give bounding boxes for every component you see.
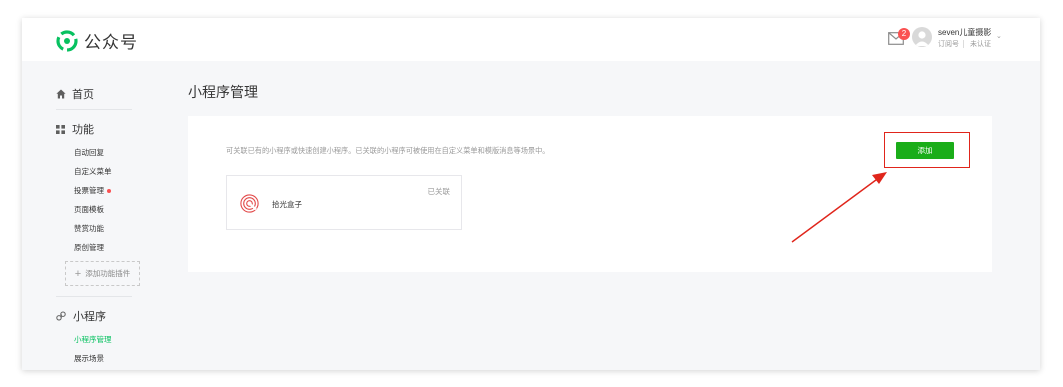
new-indicator-dot [107, 189, 111, 194]
miniprogram-card[interactable]: 已关联 拾光盒子 [226, 175, 462, 230]
miniprogram-panel: 可关联已有的小程序或快速创建小程序。已关联的小程序可被使用在自定义菜单和模版消息… [188, 116, 992, 272]
sidebar-item-home[interactable]: 首页 [56, 86, 94, 102]
sidebar-item-miniprogram-manage[interactable]: 小程序管理 [74, 334, 112, 345]
account-status: 未认证 [970, 41, 991, 48]
sidebar-group-miniprogram[interactable]: 小程序 [56, 308, 106, 324]
sidebar-item-label: 首页 [72, 89, 94, 101]
top-bar: 公众号 2 seven儿童摄影 订阅号 未认证 ⌄ [22, 18, 1040, 61]
highlight-box [884, 132, 970, 168]
panel-description: 可关联已有的小程序或快速创建小程序。已关联的小程序可被使用在自定义菜单和模版消息… [226, 146, 550, 155]
link-status: 已关联 [427, 187, 451, 196]
logo[interactable]: 公众号 [56, 28, 138, 53]
grid-icon [56, 124, 65, 134]
app-window: 公众号 2 seven儿童摄影 订阅号 未认证 ⌄ 首页 功能 自动回复 自定义… [22, 18, 1040, 370]
sidebar-item-original[interactable]: 原创管理 [74, 242, 104, 253]
miniprogram-icon [56, 311, 66, 321]
sidebar: 首页 功能 自动回复 自定义菜单 投票管理 页面模板 赞赏功能 原创管理 + 添… [22, 61, 162, 370]
home-icon [56, 89, 66, 99]
sidebar-item-label: 投票管理 [74, 186, 104, 195]
mail-badge: 2 [898, 28, 910, 40]
add-plugin-button[interactable]: + 添加功能插件 [65, 261, 140, 286]
sidebar-group-label: 小程序 [73, 311, 106, 323]
sidebar-item-page-template[interactable]: 页面模板 [74, 204, 104, 215]
sidebar-item-auto-reply[interactable]: 自动回复 [74, 147, 104, 158]
sidebar-item-display-scene[interactable]: 展示场景 [74, 353, 104, 364]
miniprogram-logo-icon [240, 194, 259, 213]
page-title: 小程序管理 [188, 84, 258, 100]
sidebar-group-label: 功能 [72, 124, 94, 136]
account-name[interactable]: seven儿童摄影 [938, 27, 991, 38]
user-avatar-icon [915, 31, 929, 46]
avatar[interactable] [912, 27, 932, 47]
account-dropdown-icon[interactable]: ⌄ [996, 32, 1002, 40]
sidebar-divider [56, 109, 132, 110]
sidebar-group-features[interactable]: 功能 [56, 121, 94, 137]
plus-icon: + [74, 267, 82, 280]
account-divider [963, 40, 964, 48]
sidebar-divider [56, 296, 132, 297]
logo-text: 公众号 [84, 33, 138, 52]
miniprogram-name: 拾光盒子 [272, 200, 302, 209]
sidebar-item-reward[interactable]: 赞赏功能 [74, 223, 104, 234]
sidebar-item-custom-menu[interactable]: 自定义菜单 [74, 166, 112, 177]
add-plugin-label: 添加功能插件 [85, 269, 131, 278]
wechat-official-logo-icon [56, 29, 78, 52]
account-type: 订阅号 [938, 41, 959, 48]
sidebar-item-vote-manage[interactable]: 投票管理 [74, 185, 111, 196]
